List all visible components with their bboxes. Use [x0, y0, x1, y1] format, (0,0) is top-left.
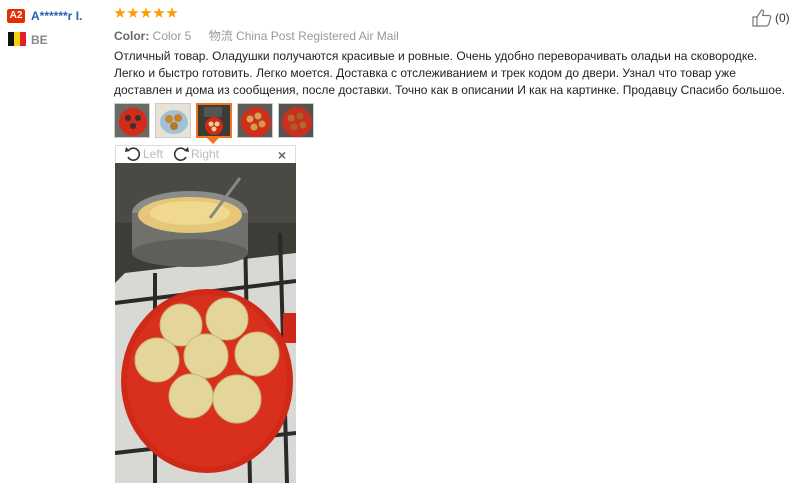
rotate-right-label: Right	[191, 147, 220, 161]
buyer-level-badge: A2	[7, 9, 25, 23]
rotate-right-icon	[173, 147, 189, 161]
review-thumbnail[interactable]	[278, 103, 314, 138]
rotate-left-button[interactable]: Left	[124, 146, 163, 162]
reviewer-name: A******r I.	[31, 9, 83, 23]
review-thumbnails	[114, 103, 314, 138]
star-icon	[153, 7, 165, 18]
shipping-method: 物流 China Post Registered Air Mail	[208, 29, 399, 43]
helpful-button[interactable]: (0)	[752, 9, 790, 27]
star-icon	[114, 7, 126, 18]
enlarged-review-photo	[115, 163, 296, 483]
thumbs-up-icon	[752, 9, 772, 27]
color-label: Color:	[114, 29, 150, 43]
reviewer-country: BE	[31, 33, 48, 47]
rotate-right-button[interactable]: Right	[172, 146, 219, 162]
review-thumbnail-selected[interactable]	[196, 103, 232, 138]
review-thumbnail[interactable]	[155, 103, 191, 138]
star-icon	[140, 7, 152, 18]
helpful-count: (0)	[775, 11, 790, 25]
rotate-left-label: Left	[143, 147, 164, 161]
star-icon	[166, 7, 178, 18]
image-viewer-toolbar: Left Right ×	[115, 145, 296, 163]
review-text: Отличный товар. Оладушки получаются крас…	[114, 49, 785, 97]
close-viewer-button[interactable]: ×	[278, 147, 286, 163]
star-icon	[127, 7, 139, 18]
country-flag-icon	[8, 32, 26, 46]
order-info: Color: Color 5 物流 China Post Registered …	[114, 28, 399, 44]
rotate-left-icon	[125, 147, 141, 161]
selected-thumbnail-pointer	[207, 138, 219, 144]
star-rating	[114, 7, 178, 19]
color-value: Color 5	[152, 29, 192, 43]
review-thumbnail[interactable]	[114, 103, 150, 138]
review-thumbnail[interactable]	[237, 103, 273, 138]
